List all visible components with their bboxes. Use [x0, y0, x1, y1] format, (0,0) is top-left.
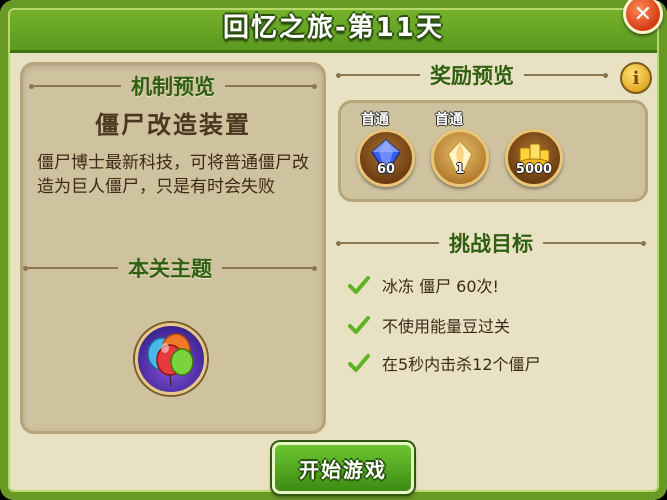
- info-icon: i: [632, 67, 640, 89]
- level-dialog: 回忆之旅-第11天 ✕ 机制预览 僵尸改造装置 僵尸博士最新科技，可将普通僵尸改…: [0, 0, 667, 500]
- goal-text: 在5秒内击杀12个僵尸: [382, 355, 541, 374]
- reward-count: 5000: [515, 162, 553, 177]
- goal-item: 在5秒内击杀12个僵尸: [348, 351, 541, 375]
- goals-heading: 挑战目标: [336, 228, 646, 258]
- reward-item-gem[interactable]: 首通 60: [357, 112, 415, 187]
- reward-item-crystal[interactable]: 首通 1: [431, 112, 489, 187]
- check-icon: [348, 354, 370, 372]
- balloon-theme-icon: [135, 323, 207, 395]
- reward-count: 1: [455, 162, 465, 177]
- check-icon: [348, 316, 370, 334]
- theme-heading-label: 本关主题: [128, 257, 212, 281]
- rewards-heading-label: 奖励预览: [430, 64, 514, 88]
- reward-ring: [431, 129, 489, 187]
- goal-item: 不使用能量豆过关: [348, 313, 510, 337]
- goal-text: 不使用能量豆过关: [382, 317, 511, 336]
- theme-heading: 本关主题: [23, 253, 317, 283]
- reward-ring: [357, 129, 415, 187]
- dialog-title: 回忆之旅-第11天: [223, 12, 444, 43]
- goals-heading-label: 挑战目标: [449, 232, 533, 256]
- goal-text: 冰冻 僵尸 60次!: [382, 277, 499, 296]
- mechanics-heading-label: 机制预览: [131, 75, 215, 99]
- rewards-box: 首通 60 首通 1 5000: [338, 100, 648, 202]
- mechanics-panel: 机制预览 僵尸改造装置 僵尸博士最新科技，可将普通僵尸改造为巨人僵尸，只是有时会…: [20, 62, 326, 434]
- check-icon: [348, 276, 370, 294]
- reward-item-gold[interactable]: 5000: [505, 129, 563, 187]
- close-icon: ✕: [633, 1, 653, 27]
- reward-label: 首通: [435, 112, 463, 128]
- rewards-heading: 奖励预览: [336, 60, 608, 90]
- reward-label: 首通: [361, 112, 389, 128]
- mechanics-heading: 机制预览: [29, 71, 317, 101]
- reward-count: 60: [376, 162, 396, 177]
- reward-ring: [505, 129, 563, 187]
- title-bar: 回忆之旅-第11天: [0, 0, 667, 53]
- goal-item: 冰冻 僵尸 60次!: [348, 273, 499, 297]
- start-game-button[interactable]: 开始游戏: [272, 442, 414, 494]
- info-button[interactable]: i: [620, 62, 652, 94]
- mechanic-description: 僵尸博士最新科技，可将普通僵尸改造为巨人僵尸，只是有时会失败: [37, 153, 309, 197]
- mechanic-name: 僵尸改造装置: [95, 111, 251, 139]
- start-game-label: 开始游戏: [299, 457, 387, 482]
